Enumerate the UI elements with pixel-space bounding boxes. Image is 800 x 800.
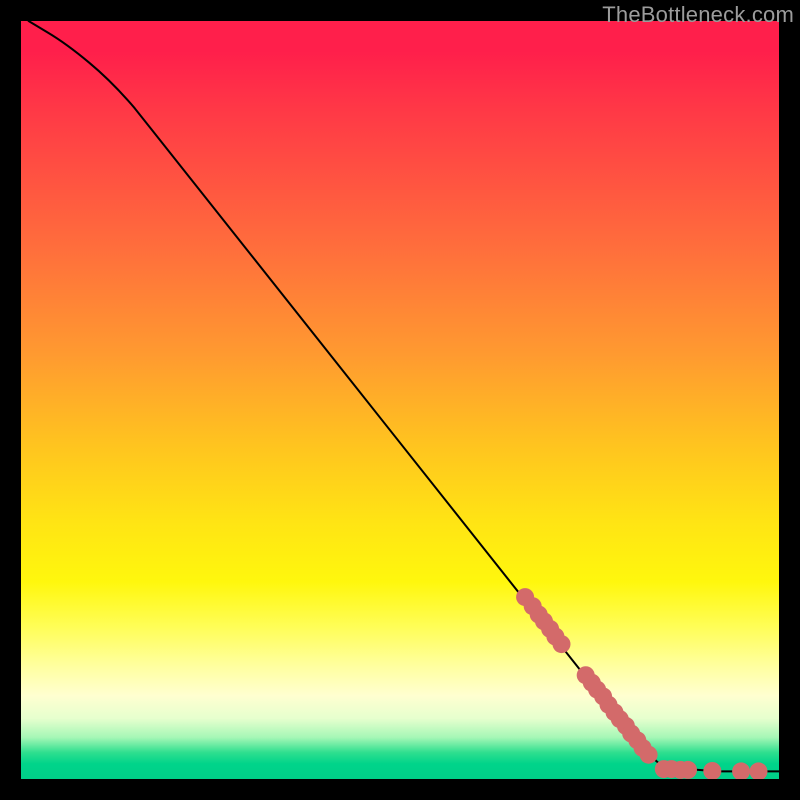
plot-area bbox=[21, 21, 779, 779]
data-marker bbox=[553, 635, 571, 653]
watermark-text: TheBottleneck.com bbox=[602, 2, 794, 28]
data-marker bbox=[732, 762, 750, 779]
marker-group bbox=[516, 588, 767, 779]
curve-line bbox=[29, 21, 779, 771]
data-marker bbox=[640, 746, 658, 764]
chart-frame: TheBottleneck.com bbox=[0, 0, 800, 800]
data-marker bbox=[703, 762, 721, 779]
data-marker bbox=[750, 762, 768, 779]
data-marker bbox=[679, 761, 697, 779]
chart-svg bbox=[21, 21, 779, 779]
